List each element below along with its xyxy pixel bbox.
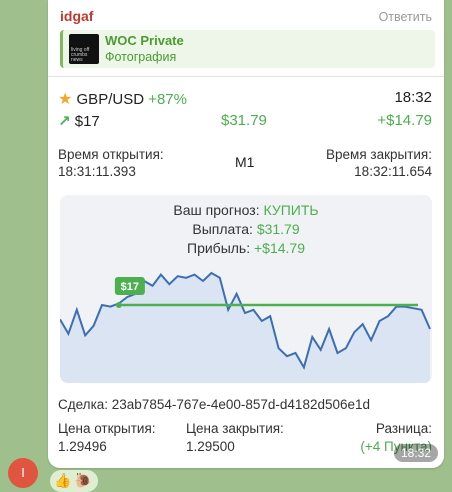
open-time: 18:31:11.393 (58, 164, 136, 179)
stake-value: $17 (74, 113, 100, 130)
thumbs-up-icon[interactable]: 👍 (54, 472, 71, 489)
svg-text:$17: $17 (121, 281, 139, 293)
user-avatar[interactable]: I (8, 458, 38, 488)
profit-line: Прибыль: +$14.79 (187, 240, 305, 256)
reply-button[interactable]: Ответить (379, 10, 432, 24)
stake-row: ↗ $17 (58, 112, 100, 130)
pair-percent: +87% (148, 91, 187, 108)
deal-id[interactable]: Сделка: 23ab7854-767e-4e00-857d-d4182d50… (58, 397, 370, 412)
forward-source-name: WOC Private (105, 33, 184, 48)
divider (48, 76, 444, 77)
stake-badge: $17 (114, 277, 145, 295)
snail-icon[interactable]: 🐌 (74, 472, 91, 489)
trade-summary-card: Ваш прогноз: КУПИТЬ Выплата: $31.79 Приб… (60, 195, 432, 383)
open-time-label: Время открытия: (58, 147, 164, 162)
open-price-label: Цена открытия: (58, 421, 156, 436)
diff-label: Разница: (375, 421, 432, 436)
close-price: 1.29500 (186, 439, 235, 454)
pair-row: ★ GBP/USD +87% (58, 89, 187, 109)
sender-name[interactable]: idgaf (60, 8, 93, 24)
forecast-value: КУПИТЬ (263, 202, 319, 218)
payout-value: $31.79 (221, 112, 267, 129)
star-icon: ★ (58, 91, 73, 108)
profit-value: +$14.79 (377, 112, 432, 129)
forwarded-header[interactable]: living off crumbs news WOC Private Фотог… (60, 30, 435, 68)
channel-thumbnail: living off crumbs news (69, 34, 99, 64)
close-price-label: Цена закрытия: (186, 421, 284, 436)
forward-media-type: Фотография (105, 50, 177, 64)
forecast-line: Ваш прогноз: КУПИТЬ (173, 202, 319, 218)
message-bubble: idgaf Ответить living off crumbs news WO… (48, 0, 444, 468)
price-chart: $17 (60, 271, 431, 383)
open-price: 1.29496 (58, 439, 107, 454)
timeframe: M1 (235, 154, 255, 170)
up-arrow-icon: ↗ (58, 113, 71, 130)
trade-clock: 18:32 (394, 89, 432, 106)
pair-name: GBP/USD (76, 91, 145, 108)
close-time: 18:32:11.654 (354, 164, 432, 179)
payout-line: Выплата: $31.79 (192, 221, 300, 237)
reactions-bar[interactable]: 👍 🐌 (50, 470, 98, 492)
entry-point (115, 302, 122, 308)
message-time: 18:32 (393, 444, 438, 462)
close-time-label: Время закрытия: (326, 147, 432, 162)
